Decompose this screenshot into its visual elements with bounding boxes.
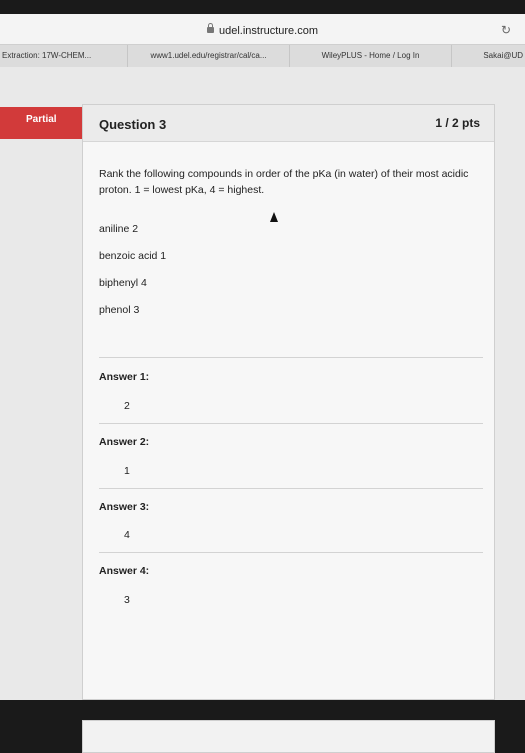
divider bbox=[99, 423, 483, 424]
url-display: udel.instructure.com bbox=[0, 23, 525, 37]
divider bbox=[99, 357, 483, 358]
question-points: 1 / 2 pts bbox=[435, 116, 480, 130]
tab-registrar[interactable]: www1.udel.edu/registrar/cal/ca... bbox=[128, 45, 290, 67]
compound-item: benzoic acid 1 bbox=[99, 250, 167, 262]
status-badge: Partial bbox=[0, 107, 92, 139]
tab-sakai[interactable]: Sakai@UD bbox=[452, 45, 525, 67]
compound-item: biphenyl 4 bbox=[99, 277, 147, 289]
lock-icon bbox=[206, 23, 214, 33]
reload-icon[interactable]: ↻ bbox=[501, 24, 511, 36]
next-question-card bbox=[82, 720, 495, 753]
answer-2-value: 1 bbox=[124, 465, 130, 477]
question-header: Question 3 1 / 2 pts bbox=[83, 105, 494, 142]
divider bbox=[99, 552, 483, 553]
address-bar[interactable]: udel.instructure.com ↻ bbox=[0, 14, 525, 44]
answer-4-value: 3 bbox=[124, 594, 130, 606]
answer-2-label: Answer 2: bbox=[99, 436, 150, 448]
screen: udel.instructure.com ↻ Extraction: 17W-C… bbox=[0, 14, 525, 753]
answer-4-label: Answer 4: bbox=[99, 565, 150, 577]
divider bbox=[99, 488, 483, 489]
compound-item: aniline 2 bbox=[99, 223, 139, 235]
page-content: Partial Question 3 1 / 2 pts Rank the fo… bbox=[0, 67, 525, 753]
question-title: Question 3 bbox=[99, 117, 167, 132]
url-text: udel.instructure.com bbox=[218, 25, 319, 37]
tab-wileyplus[interactable]: WileyPLUS - Home / Log In bbox=[290, 45, 452, 67]
question-prompt: Rank the following compounds in order of… bbox=[99, 168, 469, 196]
compound-item: phenol 3 bbox=[99, 304, 140, 316]
answer-3-value: 4 bbox=[124, 529, 130, 541]
answer-1-value: 2 bbox=[124, 400, 130, 412]
cursor-icon bbox=[270, 212, 278, 222]
answer-3-label: Answer 3: bbox=[99, 501, 150, 513]
answer-1-label: Answer 1: bbox=[99, 371, 150, 383]
question-card: Question 3 1 / 2 pts Rank the following … bbox=[82, 104, 495, 700]
tab-extraction[interactable]: Extraction: 17W-CHEM... bbox=[0, 45, 128, 67]
tab-bar: Extraction: 17W-CHEM... www1.udel.edu/re… bbox=[0, 44, 525, 68]
